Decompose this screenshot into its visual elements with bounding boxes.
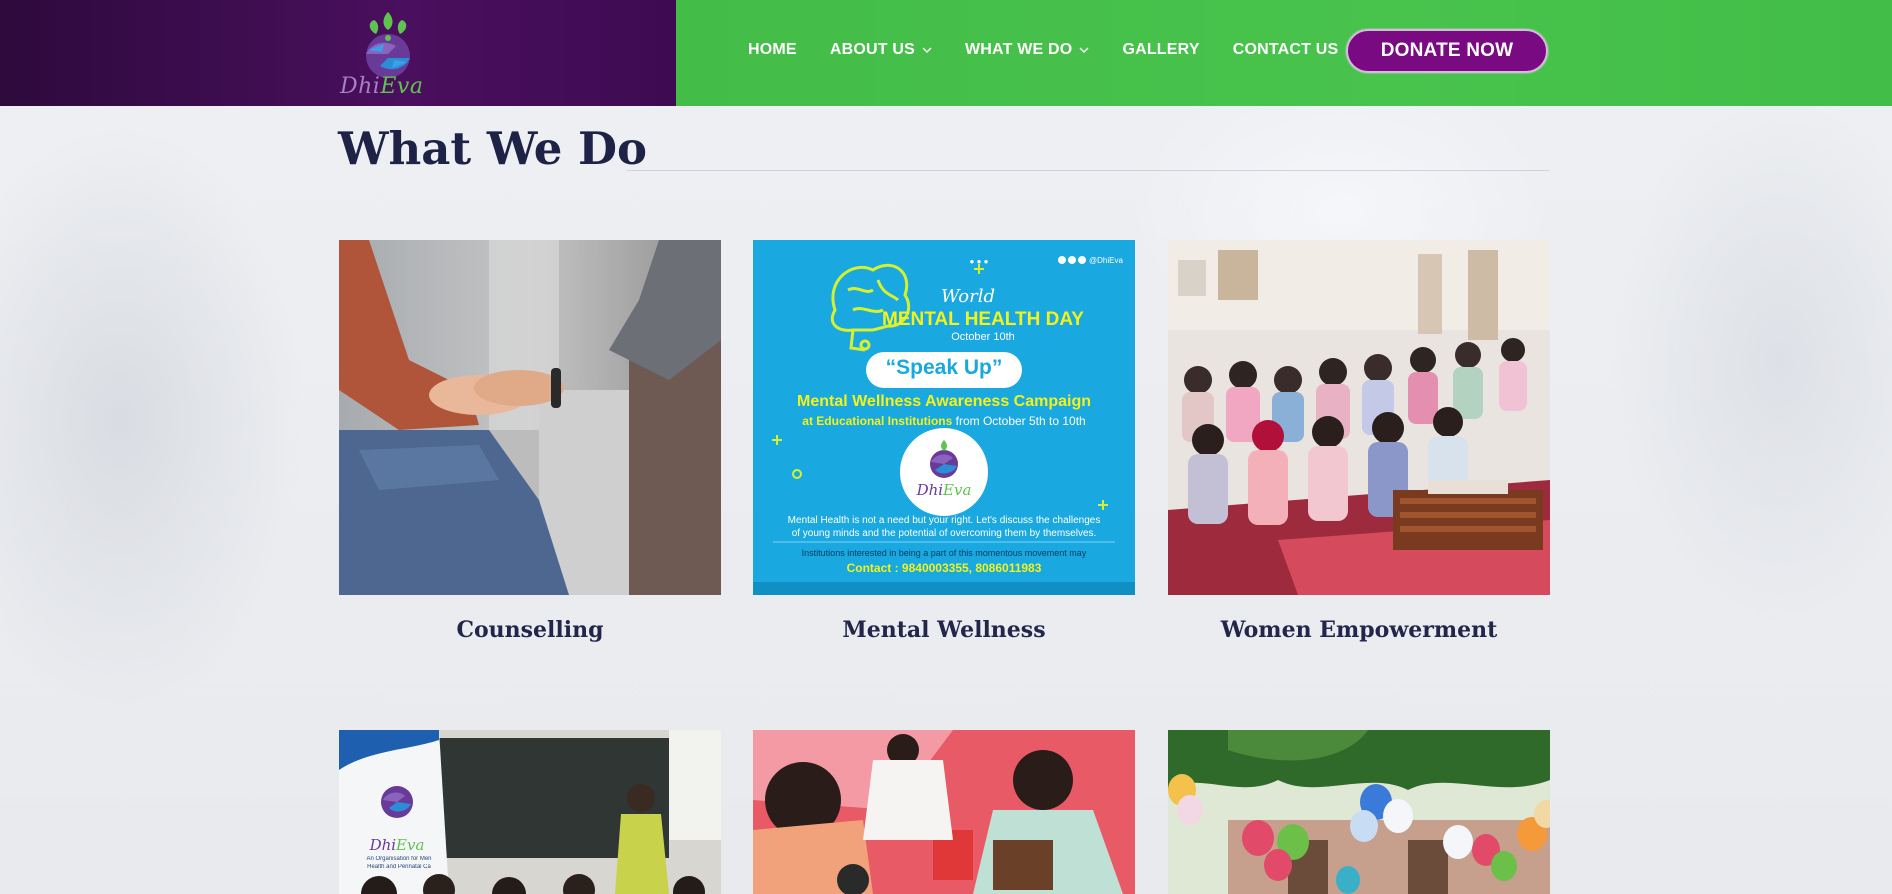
service-card-children-activity[interactable] — [753, 730, 1135, 894]
brand-eva: Eva — [380, 74, 424, 99]
service-card-celebration[interactable] — [1168, 730, 1550, 894]
brand-wordmark: DhiEva — [340, 74, 423, 99]
banner-logo-dhi: Dhi — [369, 836, 397, 854]
nav-home-label: HOME — [748, 41, 797, 58]
card-label-mental-wellness: Mental Wellness — [842, 617, 1046, 643]
poster-social-handle: @DhiEva — [1089, 256, 1123, 265]
classroom-image: DhiEva An Organisation for Men Health an… — [339, 730, 721, 894]
nav-gallery-label: GALLERY — [1122, 41, 1200, 58]
poster-speak-up: “Speak Up” — [885, 356, 1003, 379]
banner-logo-eva: Eva — [396, 836, 425, 854]
poster-institutions-prefix: at Educational Institutions — [802, 414, 953, 428]
donate-now-button[interactable]: DONATE NOW — [1346, 29, 1548, 73]
children-activity-image — [753, 730, 1135, 894]
counselling-image — [339, 240, 721, 595]
main-nav: HOME ABOUT US WHAT WE DO GALLERY CONTACT… — [748, 41, 1371, 59]
celebration-balloons-image — [1168, 730, 1550, 894]
nav-what-we-do-label: WHAT WE DO — [964, 41, 1073, 58]
poster-footer-line: Institutions interested in being a part … — [801, 548, 1087, 558]
poster-body-line1: Mental Health is not a need but your rig… — [787, 515, 1101, 526]
poster-world: World — [941, 286, 995, 307]
card-label-women-empowerment: Women Empowerment — [1220, 617, 1498, 643]
nav-about-us[interactable]: ABOUT US — [830, 41, 932, 59]
banner-logo-word: DhiEva — [357, 836, 437, 854]
nav-about-us-label: ABOUT US — [829, 41, 915, 58]
nav-gallery[interactable]: GALLERY — [1122, 41, 1199, 59]
page-title: What We Do — [338, 122, 648, 175]
poster-logo-eva: Eva — [943, 481, 972, 499]
card-label-counselling: Counselling — [456, 617, 604, 643]
poster-date: October 10th — [951, 331, 1015, 343]
poster-institutions-suffix: from October 5th to 10th — [955, 414, 1086, 428]
chevron-down-icon — [922, 47, 932, 53]
nav-contact-us-label: CONTACT US — [1232, 41, 1339, 58]
banner-tagline2: Health and Perinatal Ca — [367, 864, 431, 870]
title-divider — [627, 170, 1549, 171]
women-empowerment-image — [1168, 240, 1550, 595]
poster-logo-word: DhiEva — [894, 481, 994, 499]
banner-tagline1: An Organisation for Men — [366, 856, 432, 862]
site-header: DhiEva HOME ABOUT US WHAT WE DO GALLERY … — [0, 0, 1892, 106]
poster-logo-dhi: Dhi — [916, 481, 944, 499]
poster-body-line2: of young minds and the potential of over… — [791, 528, 1097, 539]
nav-home[interactable]: HOME — [748, 41, 797, 59]
poster-campaign: Mental Wellness Awareness Campaign — [796, 393, 1092, 410]
poster-institutions: at Educational Institutions from October… — [753, 414, 1135, 428]
service-card-mental-wellness[interactable]: ● ● ● @DhiEva World MENTAL HEALTH DAY Oc — [753, 240, 1135, 643]
chevron-down-icon — [1079, 47, 1089, 53]
nav-contact-us[interactable]: CONTACT US — [1233, 41, 1339, 59]
service-card-women-empowerment[interactable]: Women Empowerment — [1168, 240, 1550, 643]
nav-what-we-do[interactable]: WHAT WE DO — [965, 41, 1089, 59]
poster-headline: MENTAL HEALTH DAY — [882, 309, 1084, 330]
mental-wellness-poster: ● ● ● @DhiEva World MENTAL HEALTH DAY Oc — [753, 240, 1135, 595]
poster-contact: Contact : 9840003355, 8086011983 — [846, 561, 1042, 575]
service-card-counselling[interactable]: Counselling — [339, 240, 721, 643]
service-card-classroom[interactable]: DhiEva An Organisation for Men Health an… — [339, 730, 721, 894]
brand-dhi: Dhi — [340, 74, 381, 99]
